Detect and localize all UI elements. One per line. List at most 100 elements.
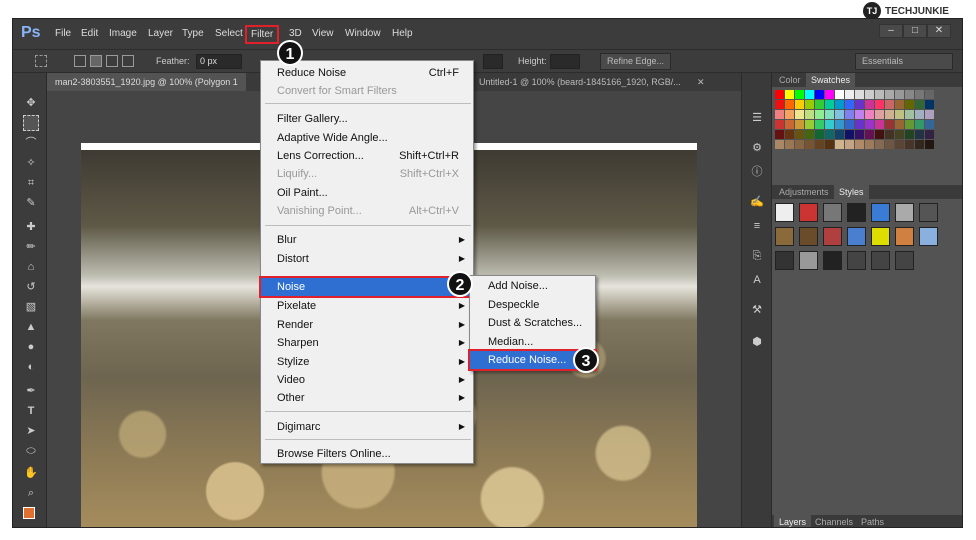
pen-tool-icon[interactable]: ✒ [23, 383, 39, 399]
color-swatch[interactable] [835, 140, 844, 149]
lasso-tool-icon[interactable]: ⌒ [23, 135, 39, 151]
color-swatch[interactable] [785, 110, 794, 119]
menu-3d[interactable]: 3D [287, 28, 304, 39]
color-swatch[interactable] [925, 110, 934, 119]
style-preset[interactable] [895, 227, 914, 246]
style-preset[interactable] [847, 227, 866, 246]
menu-item-digimarc[interactable]: Digimarc ▶ [261, 418, 473, 436]
color-swatch[interactable] [895, 90, 904, 99]
color-swatch[interactable] [875, 140, 884, 149]
color-swatch[interactable] [815, 130, 824, 139]
color-swatch[interactable] [925, 120, 934, 129]
color-swatch[interactable] [905, 140, 914, 149]
color-swatch[interactable] [805, 130, 814, 139]
color-swatch[interactable] [865, 110, 874, 119]
style-preset[interactable] [775, 227, 794, 246]
color-swatch[interactable] [855, 120, 864, 129]
color-swatch[interactable] [845, 100, 854, 109]
color-swatch[interactable] [805, 110, 814, 119]
style-preset[interactable] [919, 227, 938, 246]
color-swatch[interactable] [835, 120, 844, 129]
menu-item-dust-scratches[interactable]: Dust & Scratches... [470, 314, 595, 332]
menu-image[interactable]: Image [107, 28, 139, 39]
style-preset[interactable] [823, 251, 842, 270]
color-swatch[interactable] [825, 100, 834, 109]
menu-filter[interactable]: Filter [245, 25, 280, 44]
color-swatch[interactable] [925, 100, 934, 109]
history-brush-tool-icon[interactable]: ↺ [23, 279, 39, 295]
history-panel-icon[interactable]: ☰ [750, 111, 764, 125]
menu-item-noise[interactable]: Noise▶ [259, 276, 475, 298]
color-swatch[interactable] [805, 120, 814, 129]
style-preset[interactable] [847, 203, 866, 222]
color-swatch[interactable] [925, 90, 934, 99]
color-swatch[interactable] [895, 110, 904, 119]
color-swatch[interactable] [845, 130, 854, 139]
color-swatch[interactable] [905, 120, 914, 129]
tab-man2[interactable]: man2-3803551_1920.jpg @ 100% (Polygon 1 [47, 73, 246, 91]
color-swatch[interactable] [915, 90, 924, 99]
type-tool-icon[interactable]: T [23, 403, 39, 419]
color-swatch[interactable] [815, 140, 824, 149]
color-swatch[interactable] [895, 100, 904, 109]
style-preset[interactable] [871, 203, 890, 222]
menu-item-distort[interactable]: Distort ▶ [261, 250, 473, 268]
color-swatch[interactable] [925, 140, 934, 149]
menu-item-reduce-noise-last[interactable]: Reduce Noise Ctrl+F [261, 64, 473, 82]
menu-item-filter-gallery[interactable]: Filter Gallery... [261, 110, 473, 128]
tab-adjustments[interactable]: Adjustments [774, 185, 834, 199]
color-swatch[interactable] [835, 130, 844, 139]
styles-grid[interactable] [775, 203, 945, 293]
feather-input[interactable]: 0 px [196, 54, 242, 69]
menu-item-pixelate[interactable]: Pixelate ▶ [261, 297, 473, 315]
color-swatch[interactable] [915, 130, 924, 139]
add-to-selection-icon[interactable] [90, 55, 102, 67]
style-preset[interactable] [799, 251, 818, 270]
color-swatch[interactable] [845, 140, 854, 149]
style-preset[interactable] [919, 203, 938, 222]
color-swatch[interactable] [845, 90, 854, 99]
eraser-tool-icon[interactable]: ▧ [23, 299, 39, 315]
path-selection-tool-icon[interactable]: ➤ [23, 423, 39, 439]
tab-swatches[interactable]: Swatches [806, 73, 856, 87]
tab-paths[interactable]: Paths [856, 515, 889, 527]
tab-styles[interactable]: Styles [834, 185, 869, 199]
tab-untitled-1[interactable]: Untitled-1 @ 100% (beard-1845166_1920, R… [471, 73, 689, 91]
color-swatch[interactable] [925, 130, 934, 139]
color-swatch[interactable] [815, 100, 824, 109]
style-preset[interactable] [871, 227, 890, 246]
eyedropper-tool-icon[interactable]: ✎ [23, 195, 39, 211]
style-preset[interactable] [799, 227, 818, 246]
color-swatch[interactable] [885, 110, 894, 119]
color-swatch[interactable] [825, 130, 834, 139]
marquee-tool-preset-icon[interactable] [35, 55, 47, 67]
color-swatch[interactable] [785, 140, 794, 149]
menu-file[interactable]: File [53, 28, 73, 39]
color-swatch[interactable] [885, 90, 894, 99]
color-swatch[interactable] [845, 120, 854, 129]
color-swatch[interactable] [865, 90, 874, 99]
color-swatch[interactable] [785, 120, 794, 129]
menu-type[interactable]: Type [180, 28, 206, 39]
color-swatch[interactable] [815, 110, 824, 119]
color-swatch[interactable] [795, 100, 804, 109]
color-swatch[interactable] [785, 130, 794, 139]
color-swatch[interactable] [875, 130, 884, 139]
color-swatch[interactable] [795, 120, 804, 129]
subtract-selection-icon[interactable] [106, 55, 118, 67]
color-swatch[interactable] [885, 100, 894, 109]
menu-item-sharpen[interactable]: Sharpen ▶ [261, 334, 473, 352]
color-swatch[interactable] [795, 130, 804, 139]
menu-item-blur[interactable]: Blur ▶ [261, 231, 473, 249]
clone-stamp-tool-icon[interactable]: ⌂ [23, 259, 39, 275]
style-preset[interactable] [775, 251, 794, 270]
menu-item-oil-paint[interactable]: Oil Paint... [261, 184, 473, 202]
color-swatch[interactable] [865, 140, 874, 149]
color-swatch[interactable] [825, 110, 834, 119]
style-preset[interactable] [895, 251, 914, 270]
dodge-tool-icon[interactable]: ◐ [23, 359, 39, 375]
color-swatch[interactable] [905, 110, 914, 119]
color-swatch[interactable] [895, 140, 904, 149]
color-swatch[interactable] [795, 140, 804, 149]
menu-layer[interactable]: Layer [146, 28, 175, 39]
